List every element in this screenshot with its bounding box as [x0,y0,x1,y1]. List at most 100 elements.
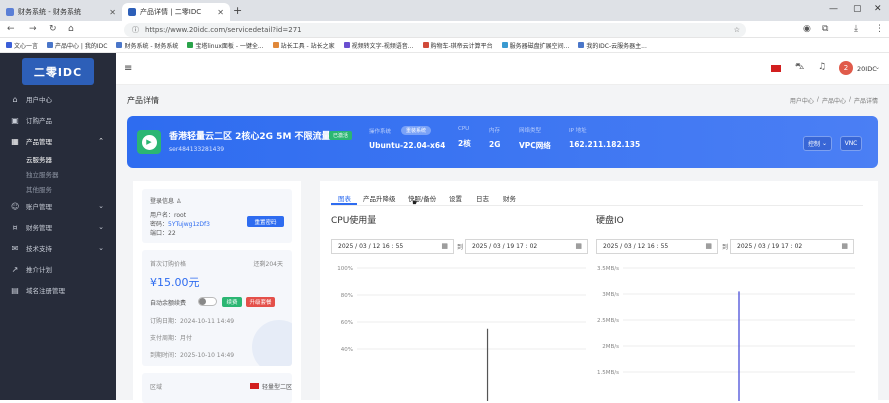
cpu-chart-title: CPU使用量 [331,216,377,226]
renew-button[interactable]: 续费 [222,297,242,307]
ip-info: IP 地址 162.211.182.135 [569,128,641,149]
bookmark-item[interactable]: 站长工具 - 站长之家 [272,41,335,50]
hamburger-menu-icon[interactable]: ≡ [124,63,132,74]
tab-finance[interactable]: 财务 [503,193,516,203]
browser-tab[interactable]: 财务系统 - 财务系统 ✕ [0,3,122,21]
password-value[interactable]: 5YTujwg1zDf3 [168,221,210,228]
watermark-icon [252,320,292,366]
site-info-icon[interactable]: ⓘ [132,25,139,35]
calendar-icon: ▦ [705,242,712,250]
vnc-button[interactable]: VNC [840,136,862,151]
sidebar-item-order[interactable]: ▣ 订购产品 [0,112,116,128]
sidebar-item-dashboard[interactable]: ⌂ 用户中心 [0,91,116,107]
box-icon: ▦ [11,136,19,146]
sidebar-subitem-cloud[interactable]: 云服务器 [26,154,52,164]
user-name[interactable]: 20IDC [857,65,877,73]
wallet-icon: ¤ [12,222,18,232]
tab-favicon-icon [128,8,136,16]
chevron-down-icon: ⌄ [98,244,104,252]
calendar-icon: ▦ [441,242,448,250]
breadcrumb: 用户中心 / 产品中心 / 产品详情 [789,96,878,105]
disk-chart-title: 硬盘IO [596,216,624,226]
port-row: 端口：22 [150,230,176,237]
control-button[interactable]: 控制 ⌄ [803,136,832,151]
sidebar-item-account[interactable]: ☺ 账户管理 ⌄ [0,198,116,214]
sidebar-item-referral[interactable]: ↗ 推介计划 [0,261,116,277]
avatar[interactable]: 2 [839,61,853,75]
url-text: https://www.20idc.com/servicedetail?id=2… [145,26,302,34]
y-tick-label: 2MB/s [602,344,619,350]
remaining-days: 还剩204天 [253,261,283,268]
home-icon[interactable]: ⌂ [68,24,74,34]
bookmark-item[interactable]: 文心一言 [6,41,38,50]
username-row: 用户名：root [150,212,187,219]
login-info-title: 登录信息 ♙ [150,198,182,205]
sidebar-item-products[interactable]: ▦ 产品管理 ⌃ [0,133,116,149]
url-bar[interactable]: ⓘ https://www.20idc.com/servicedetail?id… [124,23,746,37]
breadcrumb-link[interactable]: 产品中心 [822,96,846,105]
language-flag-icon[interactable] [771,65,781,72]
y-tick-label: 100% [337,266,353,272]
close-icon[interactable]: ✕ [217,8,224,17]
bookmark-item[interactable]: 财务系统 - 财务系统 [116,41,178,50]
sidebar-item-support[interactable]: ✉ 技术支持 ⌄ [0,240,116,256]
upgrade-button[interactable]: 升级套餐 [246,297,275,307]
sidebar-subitem-other[interactable]: 其他服务 [26,184,52,194]
tab-settings[interactable]: 设置 [449,193,462,203]
logo[interactable]: 二零IDC [22,58,94,85]
tab-charts[interactable]: 图表 [338,193,351,203]
extension-icon[interactable]: ◉ [803,24,811,34]
downloads-icon[interactable]: ⤓ [854,24,858,34]
sidebar-item-finance[interactable]: ¤ 财务管理 ⌄ [0,219,116,235]
chevron-down-icon[interactable]: ⌄ [875,64,880,71]
bookmark-item[interactable]: 服务器磁盘扩展空间... [501,41,569,50]
tab-upgrade[interactable]: 产品升降级 [363,193,396,203]
cpu-info: CPU 2核 [458,126,471,148]
user-icon: ☺ [11,201,20,211]
os-info: 操作系统 重装系统 Ubuntu-22.04-x64 [369,126,446,150]
notification-bell-icon[interactable]: ♫ [818,62,826,72]
autorenew-toggle[interactable] [198,297,217,306]
chevron-down-icon: ⌄ [98,202,104,210]
address-toolbar: ← → ↻ ⌂ ⓘ https://www.20idc.com/serviced… [0,21,889,38]
browser-tab-active[interactable]: 产品详情 | 二零IDC ✕ [122,3,230,21]
menu-dots-icon[interactable]: ⋮ [875,24,884,34]
cpu-date-to[interactable]: 2025 / 03 / 19 17 : 02 ▦ [465,239,588,254]
bookmark-item[interactable]: 宝塔linux面板 - 一键全... [187,41,264,50]
disk-date-from[interactable]: 2025 / 03 / 12 16 : 55 ▦ [596,239,718,254]
new-tab-icon[interactable]: + [233,4,242,17]
bookmarks-bar: 文心一言 产品中心 | 我的IDC 财务系统 - 财务系统 宝塔linux面板 … [0,38,889,53]
browser-tab-bar: 财务系统 - 财务系统 ✕ 产品详情 | 二零IDC ✕ + — ▢ ✕ [0,0,889,21]
reload-icon[interactable]: ↻ [49,24,57,34]
reinstall-button[interactable]: 重装系统 [401,126,432,135]
sidebar-item-domain[interactable]: ▤ 域名注册管理 [0,282,116,298]
y-tick-label: 40% [341,347,353,353]
forward-icon[interactable]: → [29,24,37,34]
back-icon[interactable]: ← [7,24,15,34]
bookmark-item[interactable]: 视频转文字-视频语音... [343,41,414,50]
bookmark-star-icon[interactable]: ☆ [734,26,740,34]
cpu-date-from[interactable]: 2025 / 03 / 12 16 : 55 ▦ [331,239,454,254]
close-icon[interactable]: ✕ [109,8,116,17]
disk-date-to[interactable]: 2025 / 03 / 19 17 : 02 ▦ [730,239,854,254]
maximize-icon[interactable]: ▢ [853,4,862,14]
cpu-chart: 100% 80% 60% 40% [337,266,586,401]
user-icon: ♙ [175,198,182,205]
calendar-icon: ▦ [575,242,582,250]
bookmark-item[interactable]: 购物车-琪帝云计算平台 [422,41,493,50]
login-info-panel: 登录信息 ♙ 用户名：root 密码：5YTujwg1zDf3 端口：22 重置… [142,189,292,243]
minimize-icon[interactable]: — [829,4,838,14]
puzzle-icon[interactable]: ⧉ [822,24,828,34]
y-tick-label: 1.5MB/s [597,370,619,376]
expire-date-row: 到期时间：2025-10-10 14:49 [150,352,235,359]
breadcrumb-link[interactable]: 用户中心 [790,96,814,105]
bookmark-item[interactable]: 我的IDC-云服务器主... [578,41,647,50]
reset-password-button[interactable]: 重置密码 [247,216,284,227]
bookmark-item[interactable]: 产品中心 | 我的IDC [47,41,107,50]
sidebar: 二零IDC ⌂ 用户中心 ▣ 订购产品 ▦ 产品管理 ⌃ 云服务器 独立服务器 其他服务… [0,53,116,400]
sidebar-subitem-dedicated[interactable]: 独立服务器 [26,169,59,179]
cart-icon[interactable]: ⛍ [795,62,804,73]
window-close-icon[interactable]: ✕ [874,4,882,14]
tab-logs[interactable]: 日志 [476,193,489,203]
tab-favicon-icon [6,8,14,16]
